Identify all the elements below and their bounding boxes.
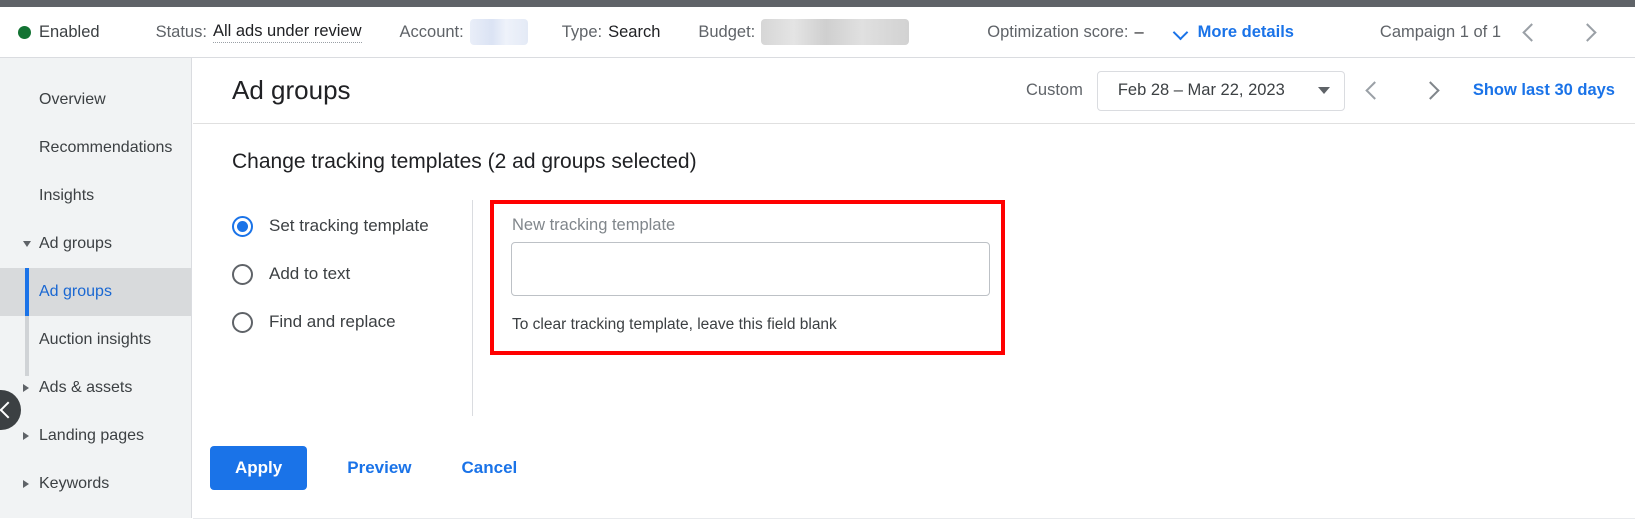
sidebar-item-label: Landing pages bbox=[39, 427, 144, 444]
radio-option-label: Set tracking template bbox=[269, 216, 429, 235]
more-details-toggle[interactable]: More details bbox=[1174, 23, 1294, 42]
sidebar-item-label: Ads & assets bbox=[39, 379, 133, 396]
optimization-score-meta: Optimization score: – bbox=[987, 23, 1143, 42]
status-dot-icon bbox=[18, 25, 31, 39]
account-key: Account: bbox=[399, 22, 464, 41]
sidebar-item-label: Auction insights bbox=[39, 331, 152, 348]
previous-date-range-button[interactable] bbox=[1345, 71, 1401, 111]
radio-button-icon bbox=[232, 311, 253, 333]
form-actions: Apply Preview Cancel bbox=[210, 446, 533, 490]
sidebar-item-label: Insights bbox=[39, 187, 95, 204]
account-value-masked bbox=[469, 19, 528, 45]
new-tracking-template-input[interactable] bbox=[511, 242, 990, 296]
budget-value-masked bbox=[761, 19, 910, 45]
sidebar-item-label: Ad groups bbox=[39, 283, 112, 300]
left-sidebar: Overview Recommendations Insights Ad gro… bbox=[0, 58, 192, 518]
chevron-down-icon bbox=[1174, 25, 1188, 39]
campaign-type-meta: Type: Search bbox=[562, 23, 661, 42]
budget-meta: Budget: bbox=[698, 19, 910, 45]
sidebar-item-recommendations[interactable]: Recommendations bbox=[0, 124, 191, 172]
caret-right-icon bbox=[23, 384, 29, 392]
campaign-status-label: Enabled bbox=[39, 22, 100, 41]
sidebar-group-landing-pages[interactable]: Landing pages bbox=[0, 412, 191, 460]
radio-option-label: Add to text bbox=[269, 264, 351, 283]
radio-option-add-to-text[interactable]: Add to text bbox=[232, 250, 472, 298]
optimization-score-key: Optimization score: bbox=[987, 22, 1129, 41]
chevron-left-icon bbox=[2, 404, 14, 416]
date-range-tools: Custom Feb 28 – Mar 22, 2023 Show last 3… bbox=[1025, 70, 1615, 111]
cancel-button[interactable]: Cancel bbox=[446, 446, 534, 490]
date-range-value: Feb 28 – Mar 22, 2023 bbox=[1117, 81, 1285, 99]
ad-status-key: Status: bbox=[155, 22, 207, 41]
date-mode-label: Custom bbox=[1025, 81, 1083, 99]
main-content: Change tracking templates (2 ad groups s… bbox=[193, 124, 1635, 518]
preview-button[interactable]: Preview bbox=[331, 446, 427, 490]
budget-key: Budget: bbox=[698, 22, 756, 41]
caret-down-icon bbox=[23, 241, 31, 247]
chevron-right-icon bbox=[1422, 84, 1435, 97]
show-last-30-days-link[interactable]: Show last 30 days bbox=[1473, 81, 1615, 100]
page-header: Ad groups Custom Feb 28 – Mar 22, 2023 S… bbox=[193, 58, 1635, 124]
sidebar-item-label: Overview bbox=[39, 91, 106, 108]
campaign-header-bar: Enabled Status: All ads under review Acc… bbox=[0, 7, 1635, 58]
radio-option-set-tracking-template[interactable]: Set tracking template bbox=[232, 202, 472, 250]
sidebar-item-insights[interactable]: Insights bbox=[0, 172, 191, 220]
chevron-down-icon bbox=[1317, 87, 1330, 94]
caret-right-icon bbox=[23, 480, 29, 488]
sidebar-item-label: Keywords bbox=[39, 475, 110, 492]
campaign-counter-label: Campaign 1 of 1 bbox=[1379, 22, 1501, 41]
campaign-type-value: Search bbox=[608, 22, 661, 41]
campaign-pagination: Campaign 1 of 1 bbox=[1380, 12, 1613, 52]
more-details-label: More details bbox=[1197, 22, 1294, 41]
section-title: Change tracking templates (2 ad groups s… bbox=[232, 150, 697, 173]
campaign-type-key: Type: bbox=[561, 22, 603, 41]
ad-status-meta: Status: All ads under review bbox=[156, 22, 362, 43]
sidebar-item-label: Recommendations bbox=[39, 139, 173, 156]
chevron-left-icon bbox=[1366, 84, 1379, 97]
new-tracking-template-hint: To clear tracking template, leave this f… bbox=[512, 316, 837, 333]
sidebar-item-ad-groups[interactable]: Ad groups bbox=[0, 268, 191, 316]
radio-option-find-and-replace[interactable]: Find and replace bbox=[232, 298, 472, 346]
sidebar-item-label: Ad groups bbox=[39, 235, 112, 252]
new-tracking-template-panel: New tracking template To clear tracking … bbox=[490, 200, 1005, 355]
next-date-range-button[interactable] bbox=[1401, 71, 1457, 111]
radio-button-selected-icon bbox=[232, 215, 253, 237]
chevron-left-icon bbox=[1523, 26, 1536, 39]
ad-status-value[interactable]: All ads under review bbox=[212, 22, 362, 43]
sidebar-item-overview[interactable]: Overview bbox=[0, 76, 191, 124]
optimization-score-value: – bbox=[1134, 22, 1144, 41]
next-campaign-button[interactable] bbox=[1557, 12, 1613, 52]
caret-right-icon bbox=[23, 432, 29, 440]
sidebar-item-auction-insights[interactable]: Auction insights bbox=[0, 316, 191, 364]
browser-chrome-strip bbox=[0, 0, 1635, 7]
sidebar-group-keywords[interactable]: Keywords bbox=[0, 460, 191, 508]
sidebar-group-ads-and-assets[interactable]: Ads & assets bbox=[0, 364, 191, 412]
sidebar-group-ad-groups[interactable]: Ad groups bbox=[0, 220, 191, 268]
campaign-status-chip: Enabled bbox=[18, 23, 100, 42]
bottom-divider bbox=[193, 518, 1635, 519]
apply-button[interactable]: Apply bbox=[210, 446, 308, 490]
date-range-selector[interactable]: Feb 28 – Mar 22, 2023 bbox=[1096, 70, 1345, 111]
previous-campaign-button[interactable] bbox=[1501, 12, 1557, 52]
chevron-right-icon bbox=[1579, 26, 1592, 39]
account-meta: Account: bbox=[400, 19, 528, 45]
tracking-mode-radio-group: Set tracking template Add to text Find a… bbox=[232, 202, 472, 346]
radio-button-icon bbox=[232, 263, 253, 285]
vertical-divider bbox=[472, 200, 473, 416]
radio-option-label: Find and replace bbox=[269, 312, 396, 331]
page-title: Ad groups bbox=[232, 75, 351, 105]
new-tracking-template-label: New tracking template bbox=[512, 216, 676, 234]
